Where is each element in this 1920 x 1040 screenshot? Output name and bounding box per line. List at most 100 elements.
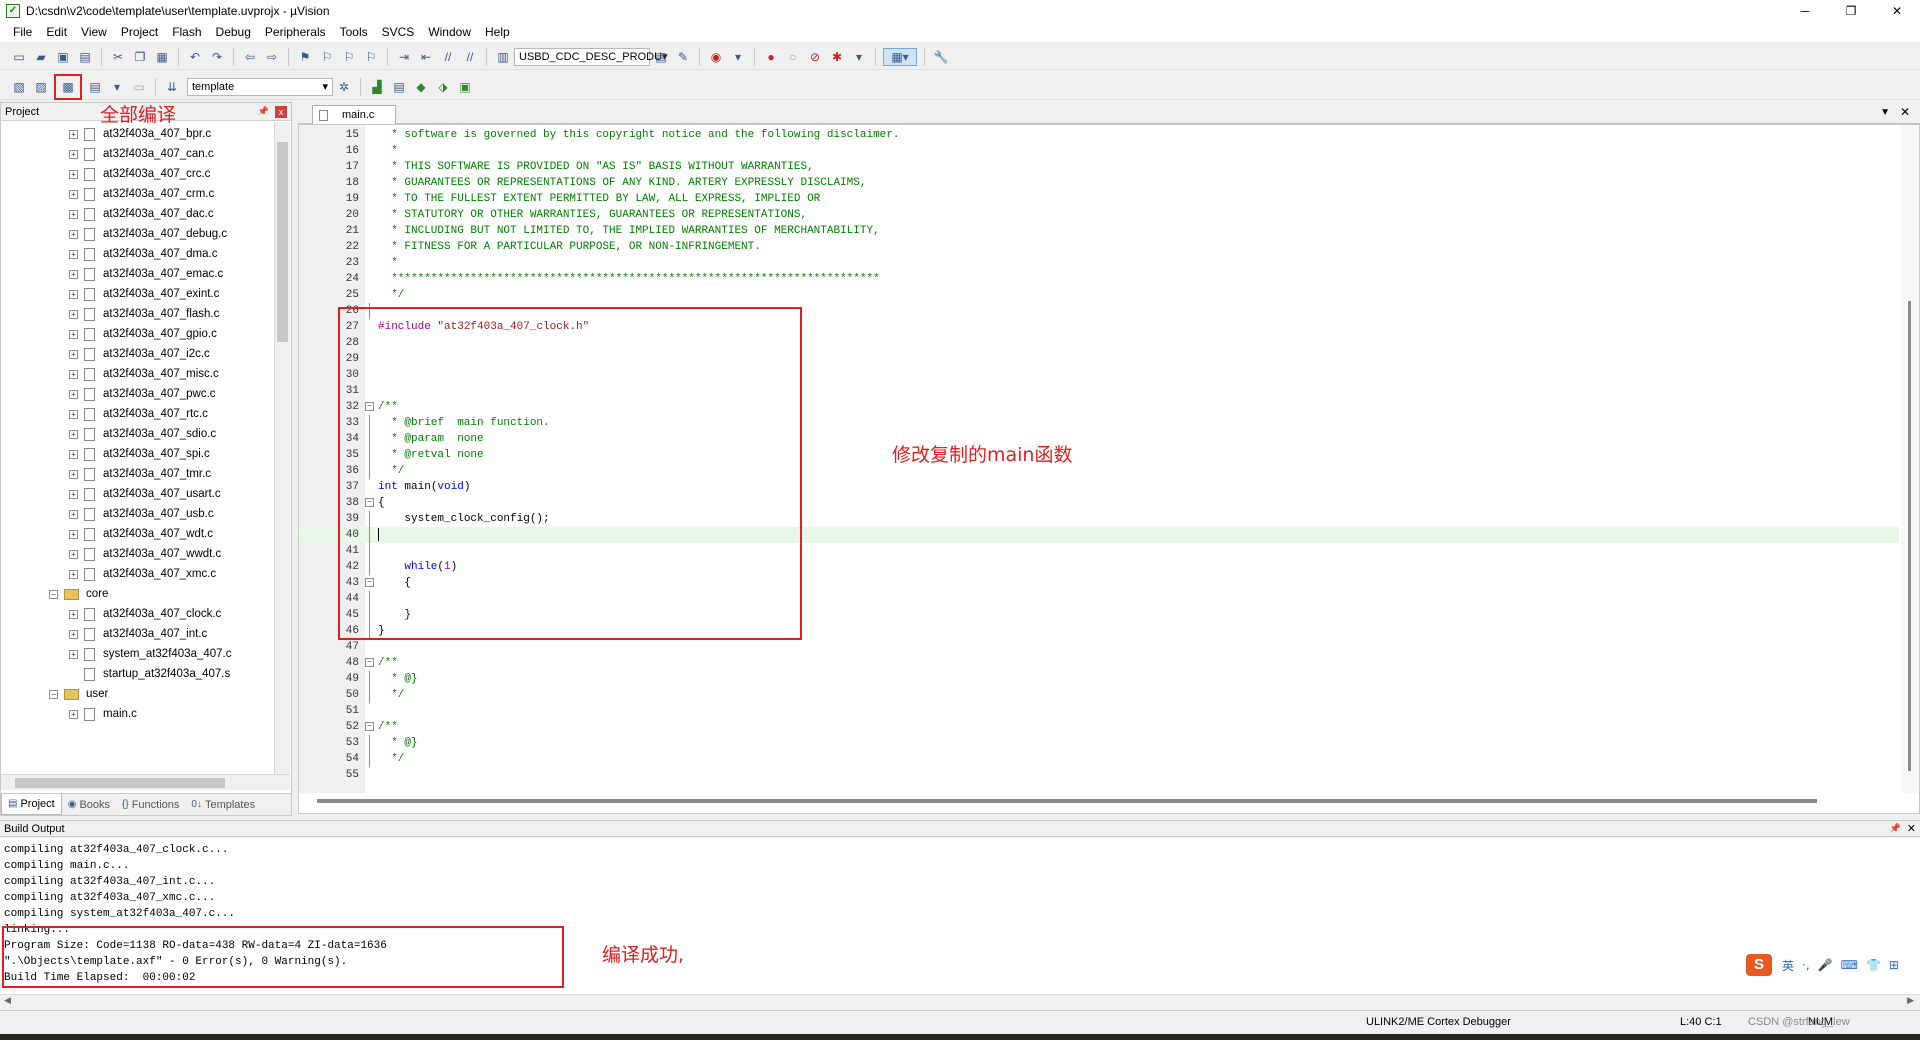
tree-file-item[interactable]: + main.c: [69, 704, 137, 724]
tree-file-item[interactable]: + at32f403a_407_emac.c: [69, 264, 223, 284]
chevron-down-icon[interactable]: ▾: [108, 78, 126, 96]
tree-file-item[interactable]: + at32f403a_407_clock.c: [69, 604, 221, 624]
bookmark-prev-icon[interactable]: ⚐: [318, 48, 336, 66]
build-horizontal-scrollbar[interactable]: ◀ ▶: [0, 994, 1920, 1008]
menu-file[interactable]: File: [6, 22, 39, 42]
save-icon[interactable]: ▣: [54, 48, 72, 66]
expand-icon[interactable]: +: [69, 509, 78, 519]
menu-peripherals[interactable]: Peripherals: [258, 22, 333, 42]
tree-file-item[interactable]: + at32f403a_407_exint.c: [69, 284, 219, 304]
code-line[interactable]: 24 *************************************…: [299, 271, 1899, 287]
expand-icon[interactable]: +: [69, 349, 78, 359]
debug-session-icon[interactable]: ◉: [707, 48, 725, 66]
copy-icon[interactable]: ❐: [131, 48, 149, 66]
expand-icon[interactable]: +: [69, 569, 78, 579]
code-line[interactable]: 22 * FITNESS FOR A PARTICULAR PURPOSE, O…: [299, 239, 1899, 255]
batch-build-icon[interactable]: ▤: [86, 78, 104, 96]
tree-file-item[interactable]: + at32f403a_407_gpio.c: [69, 324, 217, 344]
find-icon[interactable]: ▤: [652, 48, 670, 66]
tree-file-item[interactable]: + at32f403a_407_flash.c: [69, 304, 219, 324]
maximize-button[interactable]: ❐: [1828, 0, 1874, 22]
tree-file-item[interactable]: + at32f403a_407_sdio.c: [69, 424, 216, 444]
build-icon[interactable]: ▨: [32, 78, 50, 96]
menu-project[interactable]: Project: [114, 22, 165, 42]
undo-icon[interactable]: ↶: [186, 48, 204, 66]
tree-file-item[interactable]: + at32f403a_407_crc.c: [69, 164, 210, 184]
tree-file-item[interactable]: + at32f403a_407_bpr.c: [69, 124, 211, 144]
close-icon[interactable]: x: [275, 105, 287, 118]
redo-icon[interactable]: ↷: [208, 48, 226, 66]
bookmark-clear-icon[interactable]: ⚐: [362, 48, 380, 66]
tab-project[interactable]: ▤ Project: [1, 794, 62, 815]
tree-file-item[interactable]: + system_at32f403a_407.c: [69, 644, 232, 664]
expand-icon[interactable]: +: [69, 249, 78, 259]
menu-help[interactable]: Help: [478, 22, 517, 42]
menu-svcs[interactable]: SVCS: [375, 22, 422, 42]
close-icon[interactable]: ✕: [1900, 105, 1910, 119]
config-combo[interactable]: USBD_CDC_DESC_PRODU ▾: [514, 47, 668, 66]
tab-main-c[interactable]: main.c: [312, 105, 396, 124]
collapse-icon[interactable]: −: [49, 689, 58, 699]
chevron-down-icon[interactable]: ▾: [729, 48, 747, 66]
code-line[interactable]: 21 * INCLUDING BUT NOT LIMITED TO, THE I…: [299, 223, 1899, 239]
expand-icon[interactable]: +: [69, 529, 78, 539]
expand-icon[interactable]: +: [69, 489, 78, 499]
close-button[interactable]: ✕: [1874, 0, 1920, 22]
target-options-icon[interactable]: ✲: [335, 78, 353, 96]
tree-file-item[interactable]: + at32f403a_407_wwdt.c: [69, 544, 221, 564]
tree-vertical-scrollbar[interactable]: [274, 122, 290, 774]
menu-edit[interactable]: Edit: [39, 22, 74, 42]
run-time-environment-icon[interactable]: ▣: [456, 78, 474, 96]
tree-file-item[interactable]: + at32f403a_407_can.c: [69, 144, 214, 164]
tree-file-item[interactable]: + at32f403a_407_pwc.c: [69, 384, 216, 404]
tree-file-item[interactable]: + at32f403a_407_misc.c: [69, 364, 219, 384]
chevron-down-icon[interactable]: ▾: [850, 48, 868, 66]
bookmark-next-icon[interactable]: ⚐: [340, 48, 358, 66]
rebuild-all-icon[interactable]: ▩: [54, 73, 82, 100]
tree-folder-item[interactable]: − user: [49, 684, 108, 704]
new-file-icon[interactable]: ▭: [10, 48, 28, 66]
ime-punct-icon[interactable]: ·,: [1802, 958, 1810, 972]
expand-icon[interactable]: +: [69, 289, 78, 299]
tree-file-item[interactable]: + at32f403a_407_i2c.c: [69, 344, 210, 364]
expand-icon[interactable]: +: [69, 269, 78, 279]
expand-icon[interactable]: +: [69, 229, 78, 239]
tab-books[interactable]: ◉ Books: [62, 795, 116, 815]
chevron-down-icon[interactable]: ▼: [1880, 107, 1890, 118]
tree-horizontal-scrollbar[interactable]: [1, 774, 290, 790]
file-extensions-icon[interactable]: ▤: [390, 78, 408, 96]
download-icon[interactable]: ⇊: [163, 78, 181, 96]
code-line[interactable]: 23 *: [299, 255, 1899, 271]
menu-flash[interactable]: Flash: [165, 22, 208, 42]
tree-file-item[interactable]: + at32f403a_407_usart.c: [69, 484, 221, 504]
code-line[interactable]: 51: [299, 703, 1899, 719]
expand-icon[interactable]: +: [69, 549, 78, 559]
code-line[interactable]: 16 *: [299, 143, 1899, 159]
pin-icon[interactable]: 📌: [1890, 823, 1901, 834]
code-line[interactable]: 49 * @}: [299, 671, 1899, 687]
pin-icon[interactable]: 📌: [258, 106, 269, 117]
minimize-button[interactable]: ─: [1782, 0, 1828, 22]
code-line[interactable]: 18 * GUARANTEES OR REPRESENTATIONS OF AN…: [299, 175, 1899, 191]
code-line[interactable]: 20 * STATUTORY OR OTHER WARRANTIES, GUAR…: [299, 207, 1899, 223]
translate-icon[interactable]: ▧: [10, 78, 28, 96]
expand-icon[interactable]: +: [69, 709, 78, 719]
pack-installer-icon[interactable]: ◆: [412, 78, 430, 96]
tree-file-item[interactable]: + at32f403a_407_crm.c: [69, 184, 214, 204]
tree-folder-item[interactable]: − core: [49, 584, 108, 604]
tree-file-item[interactable]: + at32f403a_407_dma.c: [69, 244, 217, 264]
collapse-icon[interactable]: −: [49, 589, 58, 599]
cut-icon[interactable]: ✂: [109, 48, 127, 66]
expand-icon[interactable]: +: [69, 389, 78, 399]
editor-vertical-scrollbar[interactable]: [1901, 125, 1919, 793]
expand-icon[interactable]: +: [69, 469, 78, 479]
fold-icon[interactable]: −: [365, 722, 374, 731]
code-line[interactable]: 55: [299, 767, 1899, 783]
close-icon[interactable]: ✕: [1907, 822, 1916, 835]
code-line[interactable]: 53 * @}: [299, 735, 1899, 751]
code-line[interactable]: 47: [299, 639, 1899, 655]
expand-icon[interactable]: +: [69, 449, 78, 459]
tab-templates[interactable]: 0↓ Templates: [185, 795, 261, 815]
open-file-icon[interactable]: ▰: [32, 48, 50, 66]
expand-icon[interactable]: +: [69, 209, 78, 219]
